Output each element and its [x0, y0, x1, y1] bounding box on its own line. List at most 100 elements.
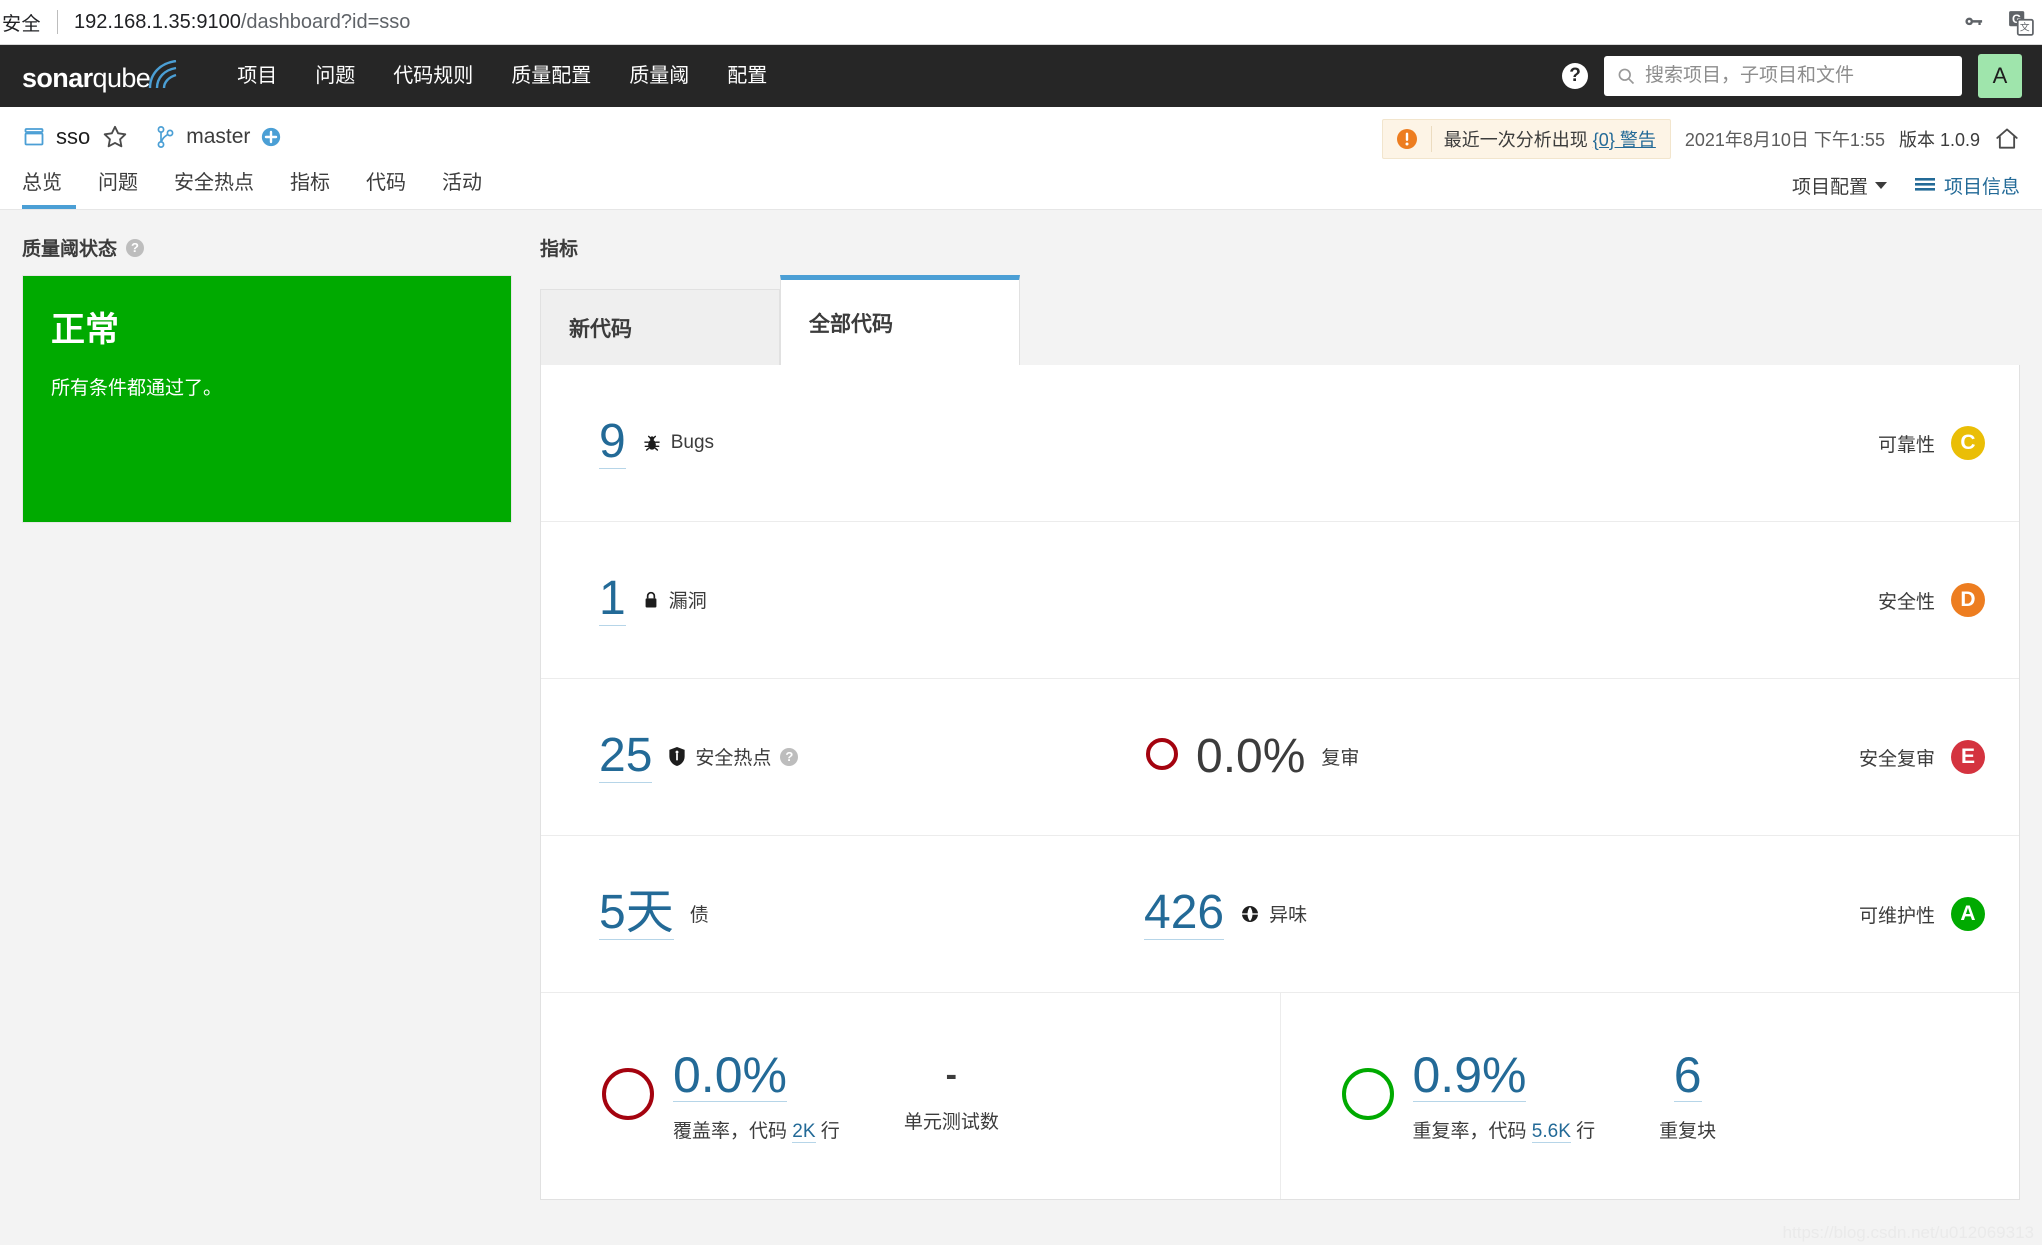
coverage-caption-suffix: 行 — [815, 1121, 840, 1143]
reviewed-label: 复审 — [1321, 748, 1360, 770]
project-meta: 最近一次分析出现 {0} 警告 2021年8月10日 下午1:55 版本 1.0… — [1381, 119, 2020, 159]
quality-gate-panel: 正常 所有条件都通过了。 — [22, 275, 512, 523]
list-icon — [1914, 177, 1935, 191]
vulnerabilities-label: 漏洞 — [668, 591, 707, 613]
search-input[interactable] — [1645, 65, 1950, 87]
security-review-rating-badge[interactable]: E — [1951, 740, 1985, 774]
tab-security-hotspots[interactable]: 安全热点 — [160, 166, 268, 209]
nav-item-rules[interactable]: 代码规则 — [374, 45, 492, 107]
url-path: /dashboard?id=sso — [240, 10, 411, 33]
project-settings-label: 项目配置 — [1791, 177, 1868, 198]
hotspots-reviewed-measure: 0.0% 复审 — [1144, 729, 1704, 783]
duplicated-blocks-label: 重复块 — [1659, 1121, 1717, 1143]
hotspots-measure: 25 安全热点 ? — [599, 730, 1144, 783]
measures-tabs: 新代码 全部代码 — [540, 275, 2020, 365]
sonarqube-logo[interactable]: sonarqube — [22, 60, 184, 92]
warning-count-link[interactable]: {0} 警告 — [1593, 130, 1656, 150]
google-translate-icon[interactable]: G 文 — [2008, 10, 2034, 36]
warning-prefix: 最近一次分析出现 — [1443, 130, 1593, 150]
bugs-label-group: Bugs — [642, 432, 714, 454]
hotspots-value[interactable]: 25 — [599, 730, 653, 783]
quality-gate-column: 质量阈状态 ? 正常 所有条件都通过了。 — [22, 234, 512, 1245]
maintainability-rating-label: 可维护性 — [1858, 905, 1935, 927]
reliability-rating-badge[interactable]: C — [1951, 426, 1985, 460]
lock-icon — [642, 590, 660, 610]
security-review-rating-label: 安全复审 — [1858, 748, 1935, 770]
measure-row-bugs: 9 Bugs 可靠性 C — [541, 365, 2019, 522]
project-information-label: 项目信息 — [1943, 177, 2020, 198]
debt-value[interactable]: 5天 — [599, 887, 674, 940]
tab-code[interactable]: 代码 — [352, 166, 420, 209]
duplicated-blocks-value[interactable]: 6 — [1673, 1049, 1702, 1103]
bug-icon — [642, 433, 662, 453]
coverage-donut-icon — [599, 1065, 657, 1128]
help-icon[interactable]: ? — [780, 747, 799, 766]
measures-panel: 9 Bugs 可靠性 C 1 漏洞 安全性 D 25 安全热点 ? 0.0% 复… — [540, 365, 2020, 1200]
overview-page: 质量阈状态 ? 正常 所有条件都通过了。 指标 新代码 全部代码 9 Bugs … — [0, 210, 2042, 1245]
coverage-caption-prefix: 覆盖率，代码 — [673, 1121, 793, 1143]
security-rating-badge[interactable]: D — [1951, 583, 1985, 617]
tab-activity[interactable]: 活动 — [428, 166, 496, 209]
logo-text: sonarqube — [22, 63, 151, 93]
help-icon[interactable]: ? — [126, 238, 145, 257]
nav-item-quality-profiles[interactable]: 质量配置 — [492, 45, 610, 107]
favorite-star-icon[interactable] — [102, 124, 128, 150]
measures-section-title: 指标 — [540, 239, 579, 260]
url-divider — [57, 10, 59, 34]
maintainability-rating-group: 可维护性 A — [1859, 897, 1985, 931]
analysis-date: 2021年8月10日 下午1:55 — [1684, 130, 1885, 150]
measures-column: 指标 新代码 全部代码 9 Bugs 可靠性 C 1 漏洞 安全性 D 25 安… — [540, 234, 2020, 1245]
reviewed-donut-icon — [1144, 736, 1180, 777]
url-host: 192.168.1.35:9100 — [74, 10, 241, 33]
logo-light: qube — [92, 63, 151, 93]
measure-row-coverage-duplication: 0.0% 覆盖率，代码 2K 行 - 单元测试数 0.9% 重复率，代码 5.6… — [541, 993, 2019, 1199]
tab-new-code[interactable]: 新代码 — [540, 289, 780, 365]
nav-item-projects[interactable]: 项目 — [218, 45, 296, 107]
bugs-value[interactable]: 9 — [599, 416, 626, 469]
debt-measure: 5天 债 — [599, 887, 1144, 940]
reviewed-percent: 0.0% — [1196, 729, 1306, 783]
project-version: 版本 1.0.9 — [1898, 130, 1980, 150]
tab-measures[interactable]: 指标 — [276, 166, 344, 209]
duplication-lines-link[interactable]: 5.6K — [1531, 1121, 1571, 1144]
project-header: sso master 最近一次分析出现 {0} 警告 2021年8月10日 下午… — [0, 107, 2042, 210]
unit-tests-label: 单元测试数 — [903, 1112, 999, 1134]
nav-item-administration[interactable]: 配置 — [708, 45, 786, 107]
tab-overview[interactable]: 总览 — [22, 166, 76, 209]
tab-overall-code[interactable]: 全部代码 — [780, 275, 1020, 365]
duplication-percent[interactable]: 0.9% — [1412, 1049, 1527, 1103]
avatar[interactable]: A — [1978, 54, 2022, 98]
duplication-block: 0.9% 重复率，代码 5.6K 行 — [1412, 1049, 1595, 1144]
warning-divider — [1430, 126, 1432, 152]
project-name: sso — [56, 124, 91, 149]
home-icon[interactable] — [1994, 126, 2020, 152]
add-branch-icon[interactable] — [260, 126, 282, 148]
browser-extension-icons: G 文 — [1960, 0, 2034, 45]
search-box[interactable] — [1604, 56, 1962, 96]
project-actions: 项目配置 项目信息 — [1792, 172, 2020, 199]
maintainability-rating-badge[interactable]: A — [1951, 897, 1985, 931]
tab-issues[interactable]: 问题 — [84, 166, 152, 209]
project-settings-dropdown[interactable]: 项目配置 — [1792, 172, 1887, 199]
security-rating-label: 安全性 — [1877, 591, 1935, 613]
coverage-percent[interactable]: 0.0% — [673, 1049, 787, 1103]
global-nav-right: ? A — [1562, 45, 2022, 107]
nav-item-issues[interactable]: 问题 — [296, 45, 374, 107]
help-icon[interactable]: ? — [1562, 63, 1588, 89]
code-smell-icon — [1240, 904, 1260, 924]
analysis-warning-pill[interactable]: 最近一次分析出现 {0} 警告 — [1381, 119, 1671, 159]
coverage-lines-link[interactable]: 2K — [792, 1121, 816, 1144]
branch-name[interactable]: master — [186, 125, 250, 149]
duplication-half: 0.9% 重复率，代码 5.6K 行 6 重复块 — [1279, 993, 2020, 1199]
quality-gate-status: 正常 — [51, 311, 119, 349]
code-smells-value[interactable]: 426 — [1144, 887, 1225, 940]
hotspots-label-group: 安全热点 ? — [668, 743, 799, 770]
vulnerabilities-value[interactable]: 1 — [599, 573, 626, 626]
nav-item-quality-gates[interactable]: 质量阈 — [610, 45, 708, 107]
hotspots-label: 安全热点 — [695, 748, 772, 770]
url-text: 192.168.1.35:9100/dashboard?id=sso — [74, 11, 410, 34]
coverage-half: 0.0% 覆盖率，代码 2K 行 - 单元测试数 — [541, 993, 1280, 1199]
project-information-button[interactable]: 项目信息 — [1914, 172, 2020, 199]
key-icon[interactable] — [1960, 10, 1986, 36]
browser-url-bar[interactable]: 安全 192.168.1.35:9100/dashboard?id=sso G … — [0, 0, 2042, 45]
